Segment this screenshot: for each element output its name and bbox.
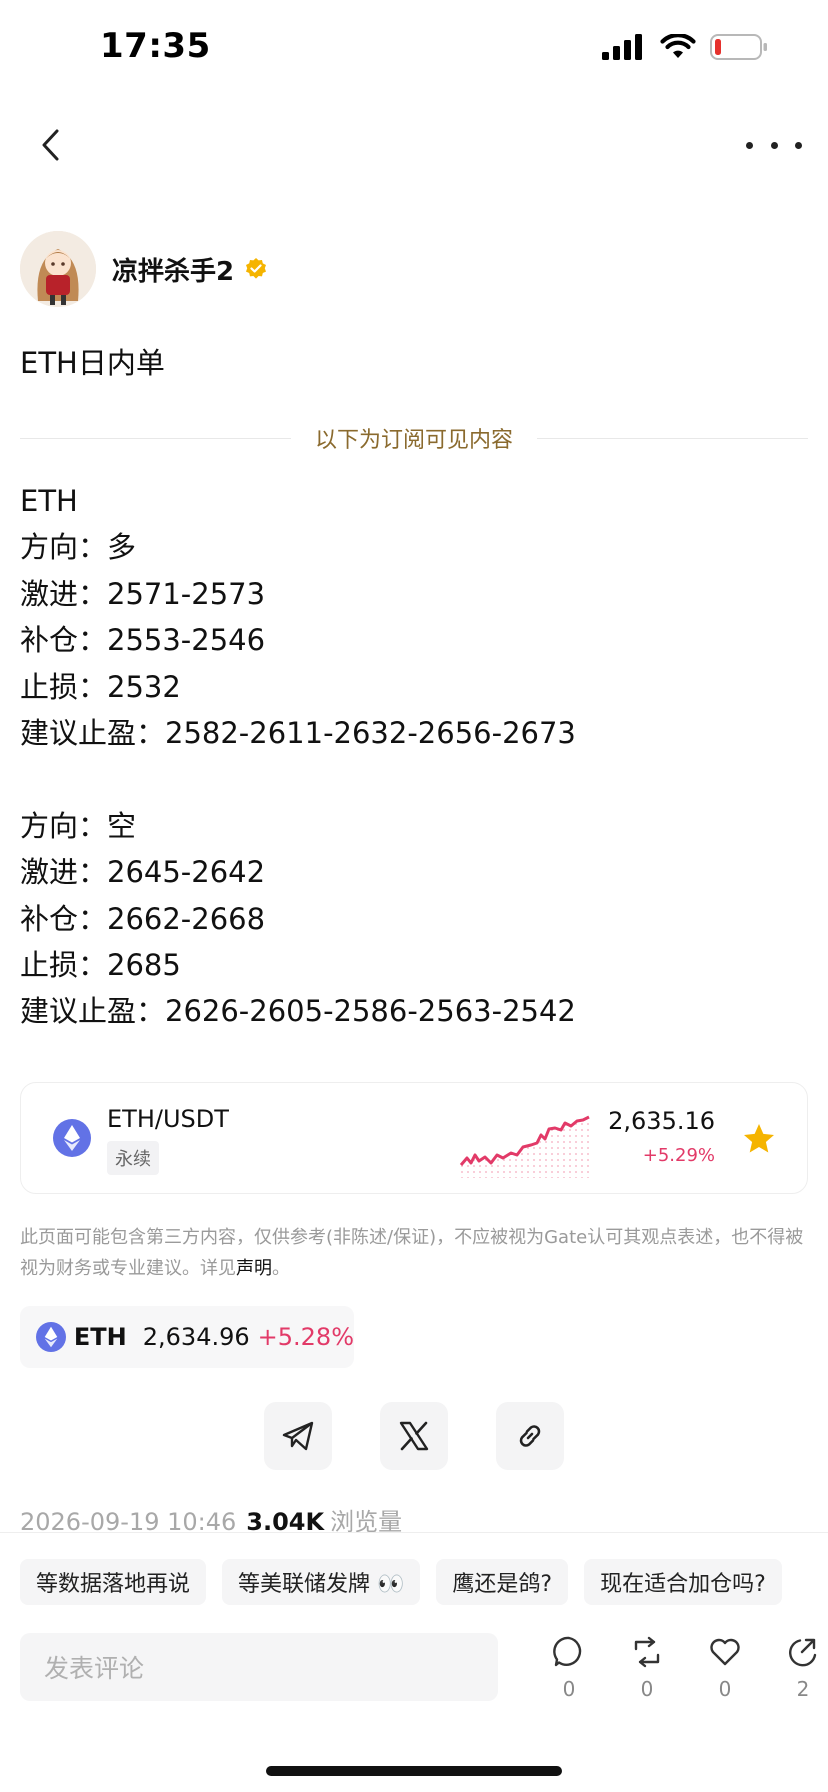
repost-button[interactable]: 0 bbox=[608, 1635, 686, 1701]
content-line: 补仓：2553-2546 bbox=[20, 623, 266, 658]
post-title: ETH日内单 bbox=[20, 346, 165, 380]
author-row[interactable]: 凉拌杀手2 bbox=[20, 230, 268, 308]
telegram-icon bbox=[282, 1421, 314, 1451]
like-icon bbox=[710, 1638, 740, 1666]
subscription-divider-label: 以下为订阅可见内容 bbox=[315, 428, 514, 453]
content-line: ETH bbox=[20, 484, 78, 518]
card-price: 2,635.16 bbox=[608, 1107, 715, 1135]
content-line: 方向：多 bbox=[20, 530, 137, 565]
suggested-reply-chip[interactable]: 等美联储发牌 👀 bbox=[222, 1559, 421, 1605]
subscription-divider: 以下为订阅可见内容 bbox=[20, 420, 809, 456]
content-line: 建议止盈：2582-2611-2632-2656-2673 bbox=[20, 715, 576, 750]
comment-count: 0 bbox=[562, 1677, 576, 1701]
market-card[interactable]: ETH/USDT 永续 2,635.16 +5.29% bbox=[20, 1082, 808, 1194]
link-icon bbox=[519, 1425, 541, 1447]
status-icons bbox=[602, 34, 768, 60]
wifi-icon bbox=[660, 34, 696, 58]
suggested-reply-chip[interactable]: 鹰还是鸽? bbox=[436, 1559, 569, 1605]
share-count: 2 bbox=[796, 1677, 810, 1701]
content-line: 止损：2685 bbox=[20, 947, 181, 982]
content-line: 止损：2532 bbox=[20, 669, 181, 704]
status-time: 17:35 bbox=[100, 26, 211, 66]
x-icon bbox=[399, 1421, 429, 1451]
ticker-chip[interactable]: ETH 2,634.96 +5.28% bbox=[20, 1306, 354, 1368]
suggested-reply-chip[interactable]: 现在适合加仓吗? bbox=[584, 1559, 782, 1605]
suggested-replies: 等数据落地再说 等美联储发牌 👀 鹰还是鸽? 现在适合加仓吗? bbox=[20, 1559, 782, 1605]
content-line: 激进：2571-2573 bbox=[20, 576, 266, 611]
repost-count: 0 bbox=[640, 1677, 654, 1701]
battery-icon bbox=[710, 34, 767, 60]
share-row bbox=[264, 1402, 564, 1470]
comment-button[interactable]: 0 bbox=[530, 1635, 608, 1701]
content-line: 补仓：2662-2668 bbox=[20, 901, 266, 936]
copy-link-button[interactable] bbox=[496, 1402, 564, 1470]
bottom-panel: 等数据落地再说 等美联储发牌 👀 鹰还是鸽? 现在适合加仓吗? 发表评论 0 0… bbox=[0, 1532, 828, 1792]
card-change: +5.29% bbox=[642, 1145, 715, 1166]
share-button[interactable]: 2 bbox=[764, 1635, 828, 1701]
contract-type-tag: 永续 bbox=[107, 1141, 159, 1175]
price-sparkline bbox=[459, 1115, 590, 1178]
like-count: 0 bbox=[718, 1677, 732, 1701]
content-line: 方向：空 bbox=[20, 808, 137, 843]
more-dot-icon bbox=[746, 141, 753, 149]
avatar[interactable] bbox=[20, 231, 96, 307]
chip-price: 2,634.96 bbox=[142, 1323, 250, 1351]
suggested-reply-chip[interactable]: 等数据落地再说 bbox=[20, 1559, 207, 1605]
cellular-signal-icon bbox=[602, 34, 642, 60]
content-line: 激进：2645-2642 bbox=[20, 855, 266, 890]
share-telegram-button[interactable] bbox=[264, 1402, 332, 1470]
status-bar: 17:35 bbox=[0, 0, 828, 100]
back-button[interactable] bbox=[30, 122, 70, 168]
divider-line bbox=[20, 437, 291, 439]
content-line: 建议止盈：2626-2605-2586-2563-2542 bbox=[20, 994, 576, 1029]
like-button[interactable]: 0 bbox=[686, 1635, 764, 1701]
chip-change: +5.28% bbox=[257, 1323, 354, 1351]
author-name[interactable]: 凉拌杀手2 bbox=[112, 251, 234, 288]
disclaimer-link[interactable]: 声明 bbox=[236, 1258, 272, 1279]
favorite-star-icon[interactable] bbox=[741, 1121, 777, 1157]
chevron-left-icon bbox=[42, 129, 59, 161]
comment-input[interactable]: 发表评论 bbox=[20, 1633, 498, 1701]
ethereum-icon bbox=[53, 1119, 91, 1157]
disclaimer-text: 此页面可能包含第三方内容，仅供参考(非陈述/保证)，不应被视为Gate认可其观点… bbox=[20, 1227, 804, 1279]
verified-badge-icon bbox=[246, 258, 267, 279]
more-dot-icon bbox=[795, 141, 802, 149]
anime-avatar-icon bbox=[20, 231, 96, 307]
post-content: ETH 方向：多 激进：2571-2573 补仓：2553-2546 止损：25… bbox=[20, 478, 810, 1035]
more-dot-icon bbox=[770, 141, 778, 149]
divider-line bbox=[537, 437, 809, 439]
share-x-button[interactable] bbox=[380, 1402, 448, 1470]
repost-icon bbox=[634, 1636, 660, 1668]
content-line bbox=[20, 756, 810, 802]
ethereum-icon bbox=[36, 1322, 66, 1352]
disclaimer: 此页面可能包含第三方内容，仅供参考(非陈述/保证)，不应被视为Gate认可其观点… bbox=[20, 1222, 810, 1284]
pair-name: ETH/USDT bbox=[107, 1105, 229, 1133]
post-actions: 0 0 0 2 bbox=[530, 1635, 828, 1701]
comment-icon bbox=[553, 1636, 582, 1667]
disclaimer-suffix: 。 bbox=[272, 1258, 290, 1279]
nav-bar bbox=[0, 110, 828, 180]
home-indicator[interactable] bbox=[266, 1766, 562, 1776]
chip-symbol: ETH bbox=[73, 1323, 127, 1351]
share-icon bbox=[789, 1638, 817, 1667]
more-options-button[interactable] bbox=[746, 122, 802, 168]
